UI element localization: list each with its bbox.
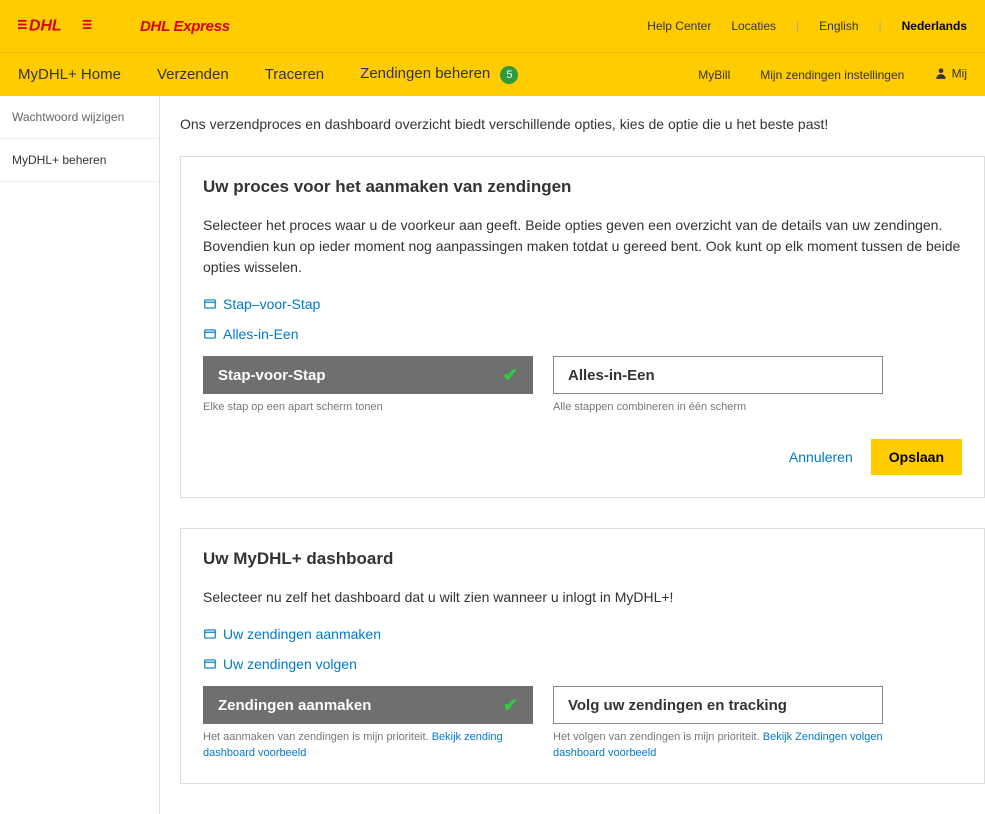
brand-text: DHL Express	[140, 18, 230, 35]
help-link[interactable]: Help Center	[647, 19, 711, 33]
option-col: Zendingen aanmaken ✔ Het aanmaken van ze…	[203, 686, 533, 761]
check-icon: ✔	[503, 365, 518, 386]
panel2-title: Uw MyDHL+ dashboard	[203, 549, 962, 569]
lang-english[interactable]: English	[819, 19, 858, 33]
save-button[interactable]: Opslaan	[871, 439, 962, 475]
preview-step-by-step[interactable]: Stap–voor-Stap	[203, 296, 962, 312]
option-all-in-one[interactable]: Alles-in-Een	[553, 356, 883, 394]
intro-text: Ons verzendproces en dashboard overzicht…	[180, 116, 985, 132]
lang-nederlands[interactable]: Nederlands	[902, 19, 967, 33]
badge-count: 5	[500, 66, 518, 84]
nav-left: MyDHL+ Home Verzenden Traceren Zendingen…	[18, 65, 518, 83]
locations-link[interactable]: Locaties	[731, 19, 776, 33]
nav-mybill[interactable]: MyBill	[698, 68, 730, 82]
preview-link-label: Stap–voor-Stap	[223, 296, 320, 312]
option-caption: Het volgen van zendingen is mijn priorit…	[553, 730, 883, 761]
preview-icon	[203, 657, 217, 671]
option-label: Stap-voor-Stap	[218, 367, 326, 384]
panel2-desc: Selecteer nu zelf het dashboard dat u wi…	[203, 587, 962, 608]
option-follow-shipments[interactable]: Volg uw zendingen en tracking	[553, 686, 883, 724]
preview-link-label: Alles-in-Een	[223, 326, 298, 342]
main: Ons verzendproces en dashboard overzicht…	[160, 96, 985, 814]
preview-follow-shipments[interactable]: Uw zendingen volgen	[203, 656, 962, 672]
cancel-button[interactable]: Annuleren	[789, 449, 853, 465]
option-row: Zendingen aanmaken ✔ Het aanmaken van ze…	[203, 686, 962, 761]
panel1-desc: Selecteer het proces waar u de voorkeur …	[203, 215, 962, 278]
topbar: DHL DHL Express Help Center Locaties | E…	[0, 0, 985, 52]
preview-icon	[203, 627, 217, 641]
option-col: Volg uw zendingen en tracking Het volgen…	[553, 686, 883, 761]
preview-link-label: Uw zendingen volgen	[223, 656, 357, 672]
preview-link-label: Uw zendingen aanmaken	[223, 626, 381, 642]
option-row: Stap-voor-Stap ✔ Elke stap op een apart …	[203, 356, 962, 415]
preview-icon	[203, 297, 217, 311]
nav-track[interactable]: Traceren	[265, 66, 324, 83]
divider: |	[796, 19, 799, 33]
sidebar-item-manage[interactable]: MyDHL+ beheren	[0, 139, 159, 182]
caption-text: Het aanmaken van zendingen is mijn prior…	[203, 731, 432, 743]
toplinks: Help Center Locaties | English | Nederla…	[647, 19, 967, 33]
nav-manage-label: Zendingen beheren	[360, 65, 490, 82]
preview-icon	[203, 327, 217, 341]
logo-area: DHL DHL Express	[18, 14, 230, 38]
check-icon: ✔	[503, 695, 518, 716]
panel1-title: Uw proces voor het aanmaken van zendinge…	[203, 177, 962, 197]
option-col: Stap-voor-Stap ✔ Elke stap op een apart …	[203, 356, 533, 415]
user-icon	[934, 66, 948, 83]
option-label: Volg uw zendingen en tracking	[568, 697, 787, 714]
option-col: Alles-in-Een Alle stappen combineren in …	[553, 356, 883, 415]
caption-text: Het volgen van zendingen is mijn priorit…	[553, 731, 763, 743]
option-step-by-step[interactable]: Stap-voor-Stap ✔	[203, 356, 533, 394]
sidebar-item-password[interactable]: Wachtwoord wijzigen	[0, 96, 159, 139]
dhl-logo-icon[interactable]: DHL	[18, 14, 128, 38]
layout: Wachtwoord wijzigen MyDHL+ beheren Ons v…	[0, 96, 985, 814]
sidebar: Wachtwoord wijzigen MyDHL+ beheren	[0, 96, 160, 814]
preview-all-in-one[interactable]: Alles-in-Een	[203, 326, 962, 342]
option-caption: Alle stappen combineren in één scherm	[553, 400, 883, 415]
navbar: MyDHL+ Home Verzenden Traceren Zendingen…	[0, 52, 985, 96]
svg-text:DHL: DHL	[29, 17, 62, 34]
preview-create-shipments[interactable]: Uw zendingen aanmaken	[203, 626, 962, 642]
nav-manage[interactable]: Zendingen beheren 5	[360, 65, 518, 83]
nav-right: MyBill Mijn zendingen instellingen Mij	[698, 66, 967, 83]
nav-settings[interactable]: Mijn zendingen instellingen	[760, 68, 904, 82]
nav-send[interactable]: Verzenden	[157, 66, 229, 83]
option-label: Zendingen aanmaken	[218, 697, 371, 714]
option-create-shipments[interactable]: Zendingen aanmaken ✔	[203, 686, 533, 724]
nav-home[interactable]: MyDHL+ Home	[18, 66, 121, 83]
panel-shipment-process: Uw proces voor het aanmaken van zendinge…	[180, 156, 985, 498]
option-label: Alles-in-Een	[568, 367, 655, 384]
nav-user[interactable]: Mij	[934, 66, 967, 83]
panel-dashboard: Uw MyDHL+ dashboard Selecteer nu zelf he…	[180, 528, 985, 784]
divider: |	[879, 19, 882, 33]
option-caption: Elke stap op een apart scherm tonen	[203, 400, 533, 415]
nav-user-label: Mij	[952, 67, 967, 81]
panel1-actions: Annuleren Opslaan	[203, 439, 962, 475]
option-caption: Het aanmaken van zendingen is mijn prior…	[203, 730, 533, 761]
